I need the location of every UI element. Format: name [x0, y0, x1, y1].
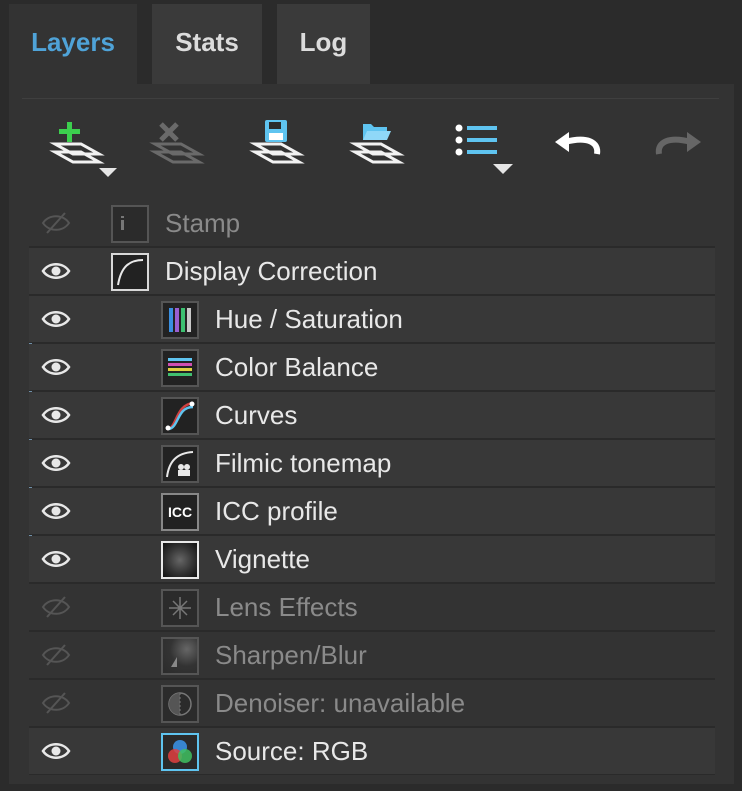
- layer-row-stamp[interactable]: Stamp: [29, 200, 715, 247]
- eye-hidden-icon[interactable]: [41, 211, 71, 235]
- stamp-icon: [111, 205, 149, 243]
- eye-icon[interactable]: [41, 403, 71, 427]
- layer-row-source-rgb[interactable]: Source: RGB: [29, 728, 715, 775]
- layer-label: Vignette: [215, 544, 310, 574]
- filmic-tonemap-icon: [161, 445, 199, 483]
- display-correction-icon: [111, 253, 149, 291]
- layer-label: Filmic tonemap: [215, 448, 392, 478]
- layer-row-display-correction[interactable]: Display Correction: [29, 248, 715, 295]
- open-layers-button[interactable]: [343, 114, 413, 184]
- layers-toolbar: [9, 114, 734, 194]
- layer-label: Stamp: [165, 208, 241, 238]
- curves-icon: [161, 397, 199, 435]
- add-layer-button[interactable]: [43, 114, 117, 184]
- redo-button[interactable]: [643, 114, 713, 184]
- layers-panel: Stamp Display Correction Hue / Saturatio…: [9, 84, 734, 784]
- undo-icon: [555, 132, 601, 155]
- vignette-icon: [161, 541, 199, 579]
- layer-row-vignette[interactable]: Vignette: [29, 536, 715, 583]
- eye-hidden-icon[interactable]: [41, 595, 71, 619]
- eye-icon[interactable]: [41, 499, 71, 523]
- eye-hidden-icon[interactable]: [41, 691, 71, 715]
- open-layers-icon: [349, 124, 405, 164]
- color-balance-icon: [161, 349, 199, 387]
- tab-stats-label: Stats: [175, 26, 239, 57]
- tab-layers[interactable]: Layers: [9, 4, 137, 84]
- sharpen-blur-icon: [161, 637, 199, 675]
- tab-layers-label: Layers: [31, 26, 115, 57]
- layer-list: Stamp Display Correction Hue / Saturatio…: [29, 200, 715, 775]
- layer-row-color-balance[interactable]: Color Balance: [29, 344, 715, 391]
- list-menu-icon: [455, 124, 513, 174]
- layer-label: Denoiser: unavailable: [215, 688, 466, 718]
- delete-layer-icon: [149, 122, 205, 164]
- hue-saturation-icon: [161, 301, 199, 339]
- layer-row-lens-effects[interactable]: Lens Effects: [29, 584, 715, 631]
- panel-divider: [22, 98, 719, 99]
- redo-icon: [655, 132, 701, 155]
- delete-layer-button[interactable]: [143, 114, 213, 184]
- layer-row-curves[interactable]: Curves: [29, 392, 715, 439]
- undo-button[interactable]: [543, 114, 613, 184]
- layer-label: ICC profile: [215, 496, 338, 526]
- icc-profile-icon: ICC: [161, 493, 199, 531]
- layer-label: Sharpen/Blur: [215, 640, 367, 670]
- eye-icon[interactable]: [41, 259, 71, 283]
- save-layers-button[interactable]: [243, 114, 313, 184]
- icc-icon-text: ICC: [167, 504, 193, 520]
- layer-label: Color Balance: [215, 352, 379, 382]
- source-rgb-icon: [161, 733, 199, 771]
- tab-bar: Layers Stats Log: [0, 0, 742, 84]
- eye-icon[interactable]: [41, 739, 71, 763]
- list-menu-button[interactable]: [443, 114, 513, 184]
- eye-hidden-icon[interactable]: [41, 643, 71, 667]
- layer-row-hue-saturation[interactable]: Hue / Saturation: [29, 296, 715, 343]
- denoiser-icon: [161, 685, 199, 723]
- layer-row-icc-profile[interactable]: ICC ICC profile: [29, 488, 715, 535]
- save-layers-icon: [249, 120, 305, 164]
- layer-row-filmic-tonemap[interactable]: Filmic tonemap: [29, 440, 715, 487]
- lens-effects-icon: [161, 589, 199, 627]
- eye-icon[interactable]: [41, 547, 71, 571]
- tab-log[interactable]: Log: [277, 4, 370, 84]
- eye-icon[interactable]: [41, 307, 71, 331]
- layer-label: Display Correction: [165, 256, 378, 286]
- layer-row-denoiser[interactable]: Denoiser: unavailable: [29, 680, 715, 727]
- eye-icon[interactable]: [41, 451, 71, 475]
- eye-icon[interactable]: [41, 355, 71, 379]
- tab-stats[interactable]: Stats: [152, 4, 262, 84]
- layer-label: Lens Effects: [215, 592, 358, 622]
- layer-label: Hue / Saturation: [215, 304, 403, 334]
- add-layer-icon: [49, 122, 117, 177]
- layer-row-sharpen-blur[interactable]: Sharpen/Blur: [29, 632, 715, 679]
- layer-label: Curves: [215, 400, 298, 430]
- tab-log-label: Log: [299, 26, 348, 57]
- layer-label: Source: RGB: [215, 736, 369, 766]
